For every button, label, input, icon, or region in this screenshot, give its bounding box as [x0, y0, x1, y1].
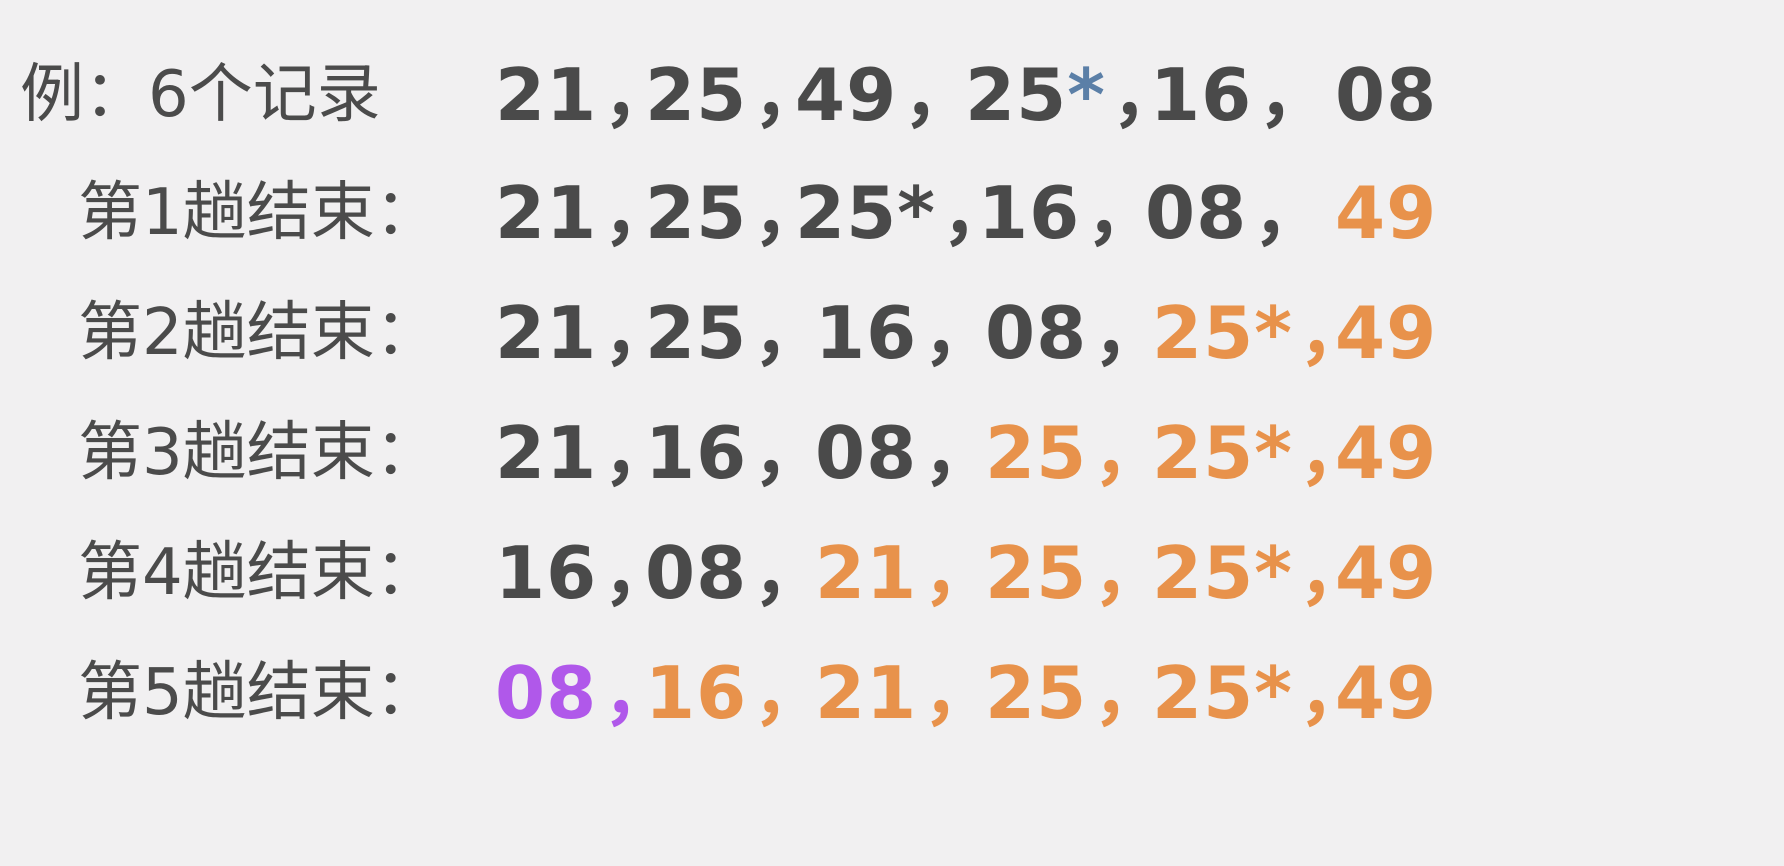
pass-label-2: 第2趟结束：: [78, 296, 439, 370]
pass-1-value-5: 08，: [1145, 171, 1327, 255]
pass-2-value-6: 49: [1335, 291, 1438, 375]
pass-row-5: 第5趟结束： 08， 16， 21， 25， 25*， 49: [0, 643, 1784, 743]
example-value-3: 49，: [795, 53, 977, 137]
pass-4-value-3: 21，: [815, 531, 997, 615]
pass-row-2: 第2趟结束： 21， 25， 16， 08， 25*， 49: [0, 283, 1784, 383]
pass-1-value-4: 16，: [978, 171, 1160, 255]
star-marker: *: [1067, 53, 1106, 137]
example-value-6: 08: [1335, 53, 1438, 137]
pass-4-value-2: 08，: [645, 531, 827, 615]
pass-label-3: 第3趟结束：: [78, 416, 439, 490]
pass-5-value-6: 49: [1335, 651, 1438, 735]
example-value-5: 16，: [1150, 53, 1332, 137]
pass-label-4: 第4趟结束：: [78, 536, 439, 610]
pass-5-value-4: 25，: [985, 651, 1167, 735]
pass-5-value-3: 21，: [815, 651, 997, 735]
pass-label-5: 第5趟结束：: [78, 656, 439, 730]
pass-row-4: 第4趟结束： 16， 08， 21， 25， 25*， 49: [0, 523, 1784, 623]
example-row: 例：6个记录 21， 25， 49， 25*， 16， 08: [0, 45, 1784, 145]
pass-4-value-4: 25，: [985, 531, 1167, 615]
pass-4-value-6: 49: [1335, 531, 1438, 615]
example-label: 例：6个记录: [20, 58, 381, 132]
pass-3-value-3: 08，: [815, 411, 997, 495]
pass-3-value-6: 49: [1335, 411, 1438, 495]
pass-3-value-4: 25，: [985, 411, 1167, 495]
pass-2-value-4: 08，: [985, 291, 1167, 375]
pass-1-value-6: 49: [1335, 171, 1438, 255]
pass-5-value-2: 16，: [645, 651, 827, 735]
pass-2-value-2: 25，: [645, 291, 827, 375]
pass-row-1: 第1趟结束： 21， 25， 25*， 16， 08， 49: [0, 163, 1784, 263]
pass-3-value-2: 16，: [645, 411, 827, 495]
pass-row-3: 第3趟结束： 21， 16， 08， 25， 25*， 49: [0, 403, 1784, 503]
pass-2-value-3: 16，: [815, 291, 997, 375]
pass-label-1: 第1趟结束：: [78, 176, 439, 250]
